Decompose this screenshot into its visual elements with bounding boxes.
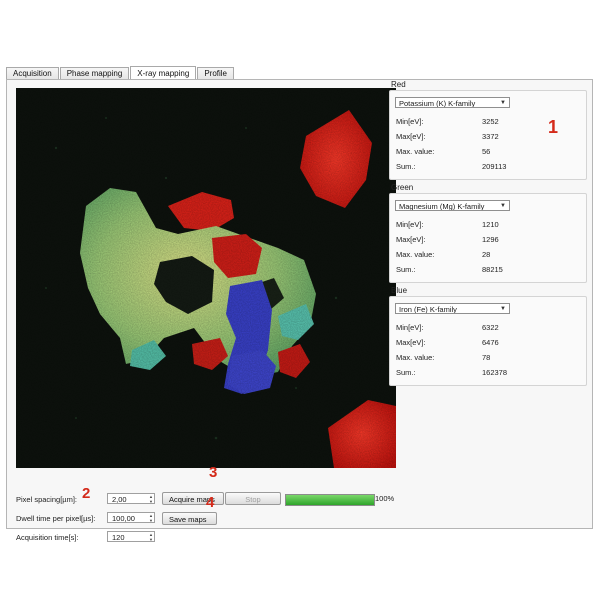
row-label: Max[eV]: xyxy=(396,132,426,141)
progress-fill xyxy=(286,495,374,505)
row-label: Max. value: xyxy=(396,250,435,259)
blue-sum-row: Sum.: 162378 xyxy=(396,368,507,377)
row-value: 78 xyxy=(482,353,491,362)
red-max-row: Max[eV]: 3372 xyxy=(396,132,499,141)
blue-channel-title: Blue xyxy=(391,286,408,295)
row-value: 3252 xyxy=(482,117,499,126)
annotation-marker-2: 2 xyxy=(82,485,91,502)
red-element-select[interactable]: Potassium (K) K-family ▼ xyxy=(395,97,510,108)
row-value: 88215 xyxy=(482,265,503,274)
acquisition-progress-bar xyxy=(285,494,375,506)
row-label: Min[eV]: xyxy=(396,220,424,229)
row-value: 28 xyxy=(482,250,491,259)
row-value: 6322 xyxy=(482,323,499,332)
row-label: Max[eV]: xyxy=(396,338,426,347)
chevron-down-icon: ▼ xyxy=(500,203,506,209)
pixel-spacing-field[interactable]: 2,00 ▲ ▼ xyxy=(107,493,155,504)
red-min-row: Min[eV]: 3252 xyxy=(396,117,499,126)
row-value: 162378 xyxy=(482,368,508,377)
spinner-arrows-icon[interactable]: ▲ ▼ xyxy=(149,532,153,542)
green-sum-row: Sum.: 88215 xyxy=(396,265,503,274)
row-label: Sum.: xyxy=(396,368,416,377)
green-min-row: Min[eV]: 1210 xyxy=(396,220,499,229)
xray-mapping-window: Acquisition Phase mapping X-ray mapping … xyxy=(4,60,597,542)
row-label: Min[eV]: xyxy=(396,323,424,332)
row-value: 3372 xyxy=(482,132,499,141)
progress-percent-label: 100% xyxy=(375,494,395,503)
row-label: Max[eV]: xyxy=(396,235,426,244)
spinner-arrows-icon[interactable]: ▲ ▼ xyxy=(149,494,153,504)
dwell-time-label: Dwell time per pixel[µs]: xyxy=(16,514,96,523)
xray-mapping-panel: Red Potassium (K) K-family ▼ Min[eV]: 325… xyxy=(6,79,593,542)
row-value: 1296 xyxy=(482,235,499,244)
green-element-select[interactable]: Magnesium (Mg) K-family ▼ xyxy=(395,200,510,211)
red-maxvalue-row: Max. value: 56 xyxy=(396,147,490,156)
acquisition-time-value: 120 xyxy=(112,533,125,542)
blue-maxvalue-row: Max. value: 78 xyxy=(396,353,490,362)
green-max-row: Max[eV]: 1296 xyxy=(396,235,499,244)
spinner-arrows-icon[interactable]: ▲ ▼ xyxy=(149,513,153,523)
red-channel-title: Red xyxy=(391,80,406,89)
tab-bar: Acquisition Phase mapping X-ray mapping … xyxy=(6,64,235,81)
row-label: Sum.: xyxy=(396,162,416,171)
red-sum-row: Sum.: 209113 xyxy=(396,162,506,171)
row-label: Sum.: xyxy=(396,265,416,274)
annotation-marker-4: 4 xyxy=(206,494,215,511)
green-channel-title: Green xyxy=(391,183,414,192)
annotation-marker-1: 1 xyxy=(548,117,559,137)
row-label: Max. value: xyxy=(396,147,435,156)
row-value: 209113 xyxy=(482,162,507,171)
pixel-spacing-label: Pixel spacing[µm]: xyxy=(16,495,78,504)
acquisition-time-label: Acquisition time[s]: xyxy=(16,533,79,542)
chevron-down-icon: ▼ xyxy=(500,306,506,312)
blue-max-row: Max[eV]: 6476 xyxy=(396,338,499,347)
row-value: 56 xyxy=(482,147,491,156)
annotation-marker-3: 3 xyxy=(209,464,218,481)
blue-min-row: Min[eV]: 6322 xyxy=(396,323,499,332)
save-maps-button[interactable]: Save maps xyxy=(162,512,217,525)
acquisition-time-field[interactable]: 120 ▲ ▼ xyxy=(107,531,155,542)
acquire-maps-button[interactable]: Acquire maps xyxy=(162,492,224,505)
green-maxvalue-row: Max. value: 28 xyxy=(396,250,490,259)
dwell-time-field[interactable]: 100,00 ▲ ▼ xyxy=(107,512,155,523)
blue-element-value: Iron (Fe) K-family xyxy=(399,305,457,314)
dwell-time-value: 100,00 xyxy=(112,514,135,523)
stop-button[interactable]: Stop xyxy=(225,492,281,505)
xray-map-image xyxy=(16,88,396,468)
row-label: Max. value: xyxy=(396,353,435,362)
green-element-value: Magnesium (Mg) K-family xyxy=(399,202,485,211)
green-channel-box: Magnesium (Mg) K-family ▼ Min[eV]: 1210 M… xyxy=(389,193,587,283)
row-value: 1210 xyxy=(482,220,499,229)
row-value: 6476 xyxy=(482,338,499,347)
blue-channel-box: Iron (Fe) K-family ▼ Min[eV]: 6322 Max[eV… xyxy=(389,296,587,386)
row-label: Min[eV]: xyxy=(396,117,424,126)
red-element-value: Potassium (K) K-family xyxy=(399,99,476,108)
blue-element-select[interactable]: Iron (Fe) K-family ▼ xyxy=(395,303,510,314)
chevron-down-icon: ▼ xyxy=(500,100,506,106)
pixel-spacing-value: 2,00 xyxy=(112,495,127,504)
